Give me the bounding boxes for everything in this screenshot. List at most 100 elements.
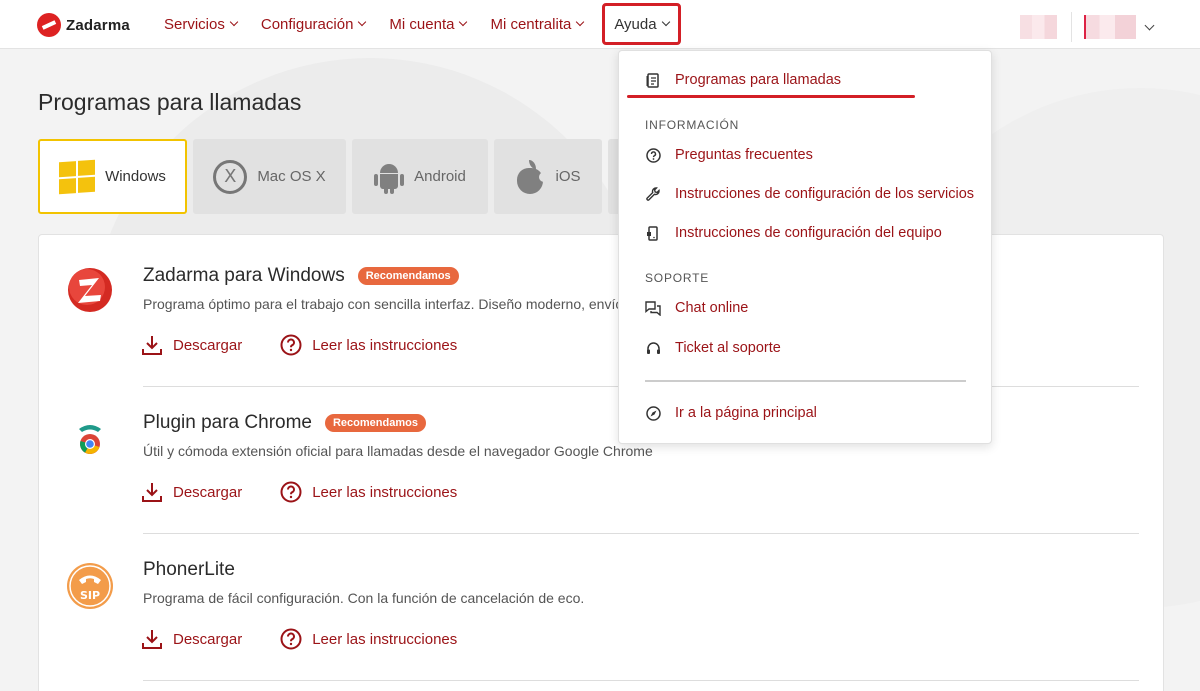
chrome-plugin-icon: [79, 425, 101, 454]
header-divider: [1071, 12, 1072, 42]
question-circle-icon: [645, 147, 661, 163]
instructions-label: Leer las instrucciones: [312, 336, 458, 354]
nav-ayuda[interactable]: Ayuda: [602, 3, 681, 45]
download-icon: [142, 336, 162, 355]
chevron-down-icon: [1144, 20, 1155, 30]
wrench-icon: [645, 186, 661, 202]
brand-logo[interactable]: Zadarma: [37, 13, 130, 37]
user-menu[interactable]: [1020, 12, 1155, 42]
nav-label: Ayuda: [614, 15, 657, 33]
nav-configuracion[interactable]: Configuración: [249, 0, 378, 48]
menu-label: Preguntas frecuentes: [675, 147, 813, 163]
menu-ticket-soporte[interactable]: Ticket al soporte: [645, 340, 781, 356]
instructions-link[interactable]: Leer las instrucciones: [280, 628, 457, 650]
tab-macos[interactable]: X Mac OS X: [193, 139, 346, 214]
menu-label: Ir a la página principal: [675, 405, 817, 421]
section-heading-informacion: INFORMACIÓN: [645, 118, 740, 132]
program-description: Programa óptimo para el trabajo con senc…: [143, 296, 624, 312]
menu-divider: [645, 380, 966, 382]
instructions-label: Leer las instrucciones: [312, 483, 458, 501]
download-link[interactable]: Descargar: [141, 481, 242, 503]
android-icon: [374, 160, 405, 194]
nav-label: Servicios: [164, 15, 225, 33]
menu-label: Chat online: [675, 300, 749, 316]
download-label: Descargar: [173, 483, 243, 501]
zadarma-logo-icon: [37, 13, 61, 37]
windows-icon: [59, 159, 96, 194]
download-icon: [142, 630, 162, 649]
divider: [143, 533, 1139, 534]
download-label: Descargar: [173, 630, 243, 648]
help-circle-icon: [280, 628, 302, 650]
instructions-link[interactable]: Leer las instrucciones: [280, 334, 457, 356]
menu-preguntas-frecuentes[interactable]: Preguntas frecuentes: [645, 147, 813, 163]
tab-windows[interactable]: Windows: [38, 139, 187, 214]
tab-label: Mac OS X: [257, 168, 326, 185]
program-actions: Descargar Leer las instrucciones: [141, 628, 457, 650]
program-description: Programa de fácil configuración. Con la …: [143, 590, 585, 606]
chevron-down-icon: [459, 17, 468, 27]
download-link[interactable]: Descargar: [141, 628, 242, 650]
download-icon: [142, 483, 162, 502]
instructions-link[interactable]: Leer las instrucciones: [280, 481, 457, 503]
chevron-down-icon: [229, 17, 239, 27]
program-title-text: Plugin para Chrome: [143, 412, 312, 433]
compass-icon: [645, 405, 661, 421]
menu-chat-online[interactable]: Chat online: [645, 300, 748, 316]
svg-text:SIP: SIP: [80, 589, 100, 602]
zadarma-app-icon: [68, 268, 112, 312]
document-list-icon: [645, 72, 661, 88]
program-title: PhonerLite: [143, 559, 235, 581]
headset-icon: [645, 340, 661, 356]
download-link[interactable]: Descargar: [141, 334, 242, 356]
tab-android[interactable]: Android: [352, 139, 488, 214]
program-title-text: Zadarma para Windows: [143, 265, 345, 286]
tab-label: Windows: [105, 168, 166, 185]
nav-mi-cuenta[interactable]: Mi cuenta: [377, 0, 478, 48]
chat-bubbles-icon: [645, 300, 661, 316]
program-actions: Descargar Leer las instrucciones: [141, 334, 457, 356]
chevron-down-icon: [358, 17, 367, 27]
chevron-down-icon: [661, 17, 670, 27]
phonerlite-sip-icon: SIP: [67, 563, 113, 609]
os-tabs: Windows X Mac OS X Android iOS: [38, 139, 638, 214]
apple-icon: [515, 159, 550, 194]
page-title: Programas para llamadas: [38, 89, 302, 115]
tab-ios[interactable]: iOS: [494, 139, 602, 214]
section-heading-soporte: SOPORTE: [645, 271, 710, 285]
nav-servicios[interactable]: Servicios: [152, 0, 249, 48]
menu-instrucciones-servicios[interactable]: Instrucciones de configuración de los se…: [645, 186, 974, 202]
menu-pagina-principal[interactable]: Ir a la página principal: [645, 405, 817, 421]
nav-label: Mi centralita: [490, 15, 572, 33]
download-label: Descargar: [173, 336, 243, 354]
recommended-badge: Recomendamos: [324, 414, 426, 432]
top-header: Zadarma Servicios Configuración Mi cuent…: [0, 0, 1200, 49]
help-dropdown-menu: Programas para llamadas INFORMACIÓN Preg…: [618, 50, 992, 444]
tab-label: iOS: [555, 168, 581, 185]
menu-label: Programas para llamadas: [675, 72, 842, 88]
menu-programas-llamadas[interactable]: Programas para llamadas: [645, 72, 841, 88]
programs-card: Zadarma para Windows Recomendamos Progra…: [38, 234, 1164, 691]
device-settings-icon: [645, 225, 661, 241]
account-redacted: [1084, 15, 1136, 39]
main-nav: Servicios Configuración Mi cuenta Mi cen…: [152, 0, 681, 48]
program-actions: Descargar Leer las instrucciones: [141, 481, 457, 503]
menu-label: Ticket al soporte: [675, 340, 781, 356]
instructions-label: Leer las instrucciones: [312, 630, 458, 648]
menu-instrucciones-equipo[interactable]: Instrucciones de configuración del equip…: [645, 225, 942, 241]
program-title: Plugin para Chrome Recomendamos: [143, 412, 426, 434]
divider: [143, 680, 1139, 681]
balance-redacted: [1020, 15, 1057, 39]
chevron-down-icon: [576, 17, 585, 27]
nav-label: Configuración: [260, 15, 354, 33]
tab-label: Android: [414, 168, 466, 185]
help-circle-icon: [280, 334, 302, 356]
nav-mi-centralita[interactable]: Mi centralita: [478, 0, 595, 48]
brand-name: Zadarma: [66, 16, 130, 34]
menu-label: Instrucciones de configuración del equip…: [675, 225, 942, 241]
macos-icon: X: [213, 159, 248, 194]
program-title-text: PhonerLite: [143, 559, 235, 580]
program-title: Zadarma para Windows Recomendamos: [143, 265, 459, 287]
nav-label: Mi cuenta: [389, 15, 455, 33]
program-description: Útil y cómoda extensión oficial para lla…: [143, 443, 653, 459]
